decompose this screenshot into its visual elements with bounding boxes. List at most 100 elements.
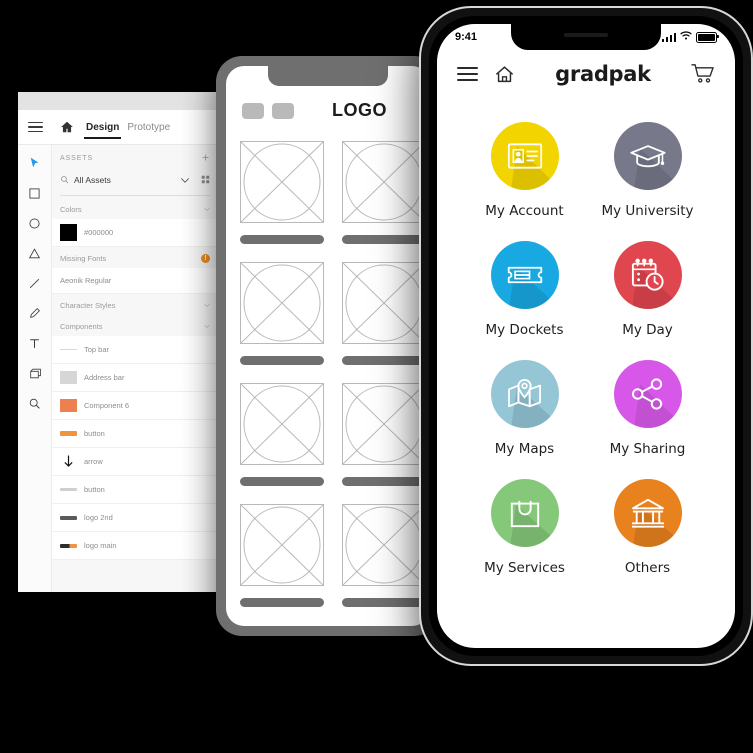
group-header-character-styles[interactable]: Character Styles	[52, 294, 218, 315]
assets-pane: ASSETS All Assets Colors #000000 Missing…	[52, 145, 218, 592]
image-placeholder-icon	[240, 141, 324, 223]
wireframe-item	[240, 504, 324, 607]
text-tool[interactable]	[26, 334, 44, 352]
design-panel-header: Design Prototype	[18, 110, 218, 145]
group-header-missing-fonts[interactable]: Missing Fonts !	[52, 247, 218, 268]
component-row[interactable]: Top bar	[52, 336, 218, 364]
asset-row-font[interactable]: Aeonik Regular	[52, 268, 218, 294]
ellipse-tool[interactable]	[26, 214, 44, 232]
wireframe-button	[342, 356, 426, 365]
tile-icon-disc	[613, 360, 682, 428]
wireframe-screen: LOGO	[226, 66, 430, 626]
tile-label: My Sharing	[609, 441, 686, 457]
artboard-tool[interactable]	[26, 364, 44, 382]
pen-tool[interactable]	[26, 304, 44, 322]
tile-icon-disc	[613, 479, 682, 547]
group-header-components[interactable]: Components	[52, 315, 218, 336]
wireframe-item	[240, 141, 324, 244]
bank-building-icon	[631, 498, 664, 528]
tile-my-day[interactable]: My Day	[586, 231, 709, 342]
home-icon[interactable]	[494, 64, 515, 85]
tile-my-university[interactable]: My University	[586, 112, 709, 223]
tile-my-account[interactable]: My Account	[463, 112, 586, 223]
tools-sidebar	[18, 145, 52, 592]
tile-label: My Dockets	[485, 322, 564, 338]
tile-my-dockets[interactable]: My Dockets	[463, 231, 586, 342]
component-row[interactable]: button	[52, 420, 218, 448]
tile-my-sharing[interactable]: My Sharing	[586, 350, 709, 461]
logo-second-thumb-icon	[60, 509, 77, 526]
tab-prototype[interactable]: Prototype	[123, 110, 174, 144]
group-title: Missing Fonts	[60, 254, 107, 263]
plus-icon[interactable]	[201, 153, 210, 164]
component-label: button	[84, 429, 105, 438]
wireframe-item	[342, 504, 426, 607]
font-name-label: Aeonik Regular	[60, 276, 112, 285]
arrow-down-icon	[60, 453, 77, 470]
color-hex-label: #000000	[84, 228, 114, 237]
wireframe-button	[240, 356, 324, 365]
shopping-cart-icon[interactable]	[691, 63, 715, 85]
component-row[interactable]: button	[52, 476, 218, 504]
iphone-mockup: 9:41 gradpak My Account My University My…	[419, 6, 753, 666]
component-row[interactable]: logo 2nd	[52, 504, 218, 532]
design-tool-panel: Design Prototype ASSETS All Assets Color…	[18, 92, 218, 592]
hamburger-icon[interactable]	[457, 67, 478, 81]
pointer-tool[interactable]	[26, 154, 44, 172]
app-tile-grid: My Account My University My Dockets My D…	[437, 98, 735, 580]
tile-my-services[interactable]: My Services	[463, 469, 586, 580]
tile-label: My University	[601, 203, 694, 219]
wireframe-notch	[268, 66, 388, 86]
group-header-colors[interactable]: Colors	[52, 198, 218, 219]
search-input[interactable]: All Assets	[74, 175, 175, 185]
grid-view-icon[interactable]	[201, 171, 210, 189]
wireframe-button	[342, 477, 426, 486]
grey-button-thumb-icon	[60, 481, 77, 498]
phone-screen: 9:41 gradpak My Account My University My…	[437, 24, 735, 648]
wireframe-button	[240, 598, 324, 607]
rectangle-tool[interactable]	[26, 184, 44, 202]
tile-others[interactable]: Others	[586, 469, 709, 580]
earpiece-speaker	[564, 33, 608, 37]
image-placeholder-icon	[342, 383, 426, 465]
image-placeholder-icon	[342, 141, 426, 223]
addressbar-thumb-icon	[60, 369, 77, 386]
component-row[interactable]: logo main	[52, 532, 218, 560]
tile-label: My Services	[484, 560, 565, 576]
chevron-down-icon[interactable]	[180, 171, 190, 189]
tile-icon-disc	[490, 479, 559, 547]
wireframe-button	[240, 477, 324, 486]
component-label: button	[84, 485, 105, 494]
calendar-clock-icon	[631, 258, 664, 291]
color-swatch	[60, 224, 77, 241]
zoom-tool[interactable]	[26, 394, 44, 412]
tile-label: My Day	[622, 322, 673, 338]
chevron-collapse-icon[interactable]	[204, 301, 210, 310]
tile-icon-disc	[490, 122, 559, 190]
share-nodes-icon	[631, 378, 662, 410]
component-row[interactable]: Component 6	[52, 392, 218, 420]
component-row[interactable]: arrow	[52, 448, 218, 476]
tab-design[interactable]: Design	[82, 110, 123, 144]
triangle-tool[interactable]	[26, 244, 44, 262]
wireframe-item	[240, 262, 324, 365]
wireframe-item	[240, 383, 324, 486]
orange-button-thumb-icon	[60, 425, 77, 442]
window-title-strip	[18, 92, 218, 110]
chevron-collapse-icon[interactable]	[204, 322, 210, 331]
home-icon[interactable]	[52, 120, 82, 134]
chevron-collapse-icon[interactable]	[204, 205, 210, 214]
tile-icon-disc	[490, 241, 559, 309]
phone-bezel: 9:41 gradpak My Account My University My…	[429, 16, 743, 656]
hamburger-icon[interactable]	[18, 121, 52, 133]
group-title: Character Styles	[60, 301, 116, 310]
status-indicators	[661, 31, 719, 43]
asset-row-color[interactable]: #000000	[52, 219, 218, 247]
app-header-bar: gradpak	[437, 50, 735, 98]
wireframe-content-grid	[226, 121, 430, 626]
tile-my-maps[interactable]: My Maps	[463, 350, 586, 461]
assets-search-row[interactable]: All Assets	[52, 169, 218, 195]
wireframe-phone-mockup: LOGO	[216, 56, 440, 636]
line-tool[interactable]	[26, 274, 44, 292]
component-row[interactable]: Address bar	[52, 364, 218, 392]
